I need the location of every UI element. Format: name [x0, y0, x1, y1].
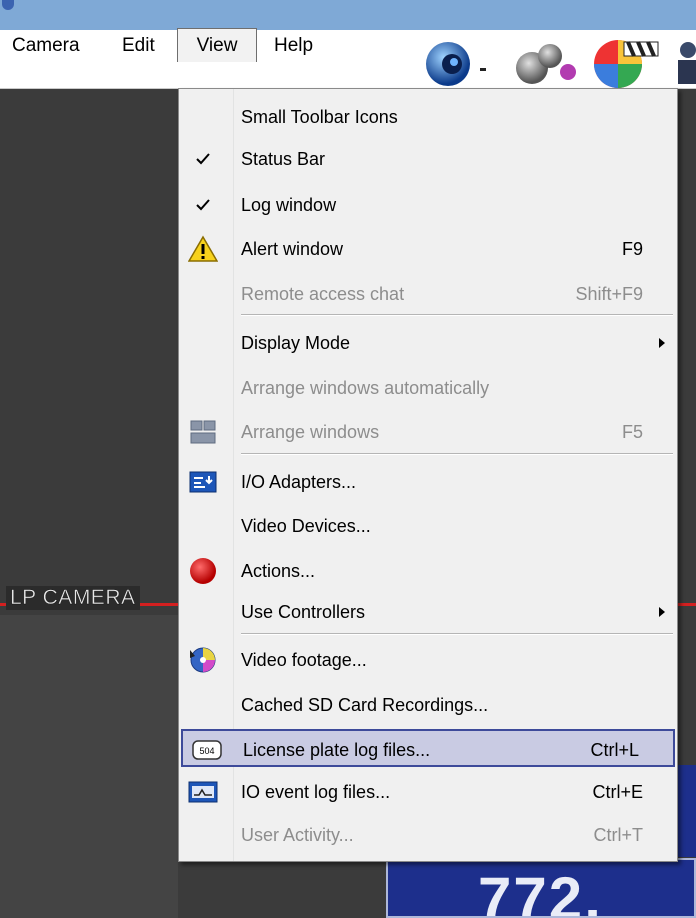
camera-view-bottom — [178, 862, 398, 918]
submenu-arrow-icon — [659, 338, 665, 348]
menu-item-label: Actions... — [241, 561, 316, 581]
menu-item-label: User Activity... — [241, 825, 354, 845]
menu-item-actions[interactable]: Actions... — [179, 552, 677, 590]
menu-item-label: Arrange windows — [241, 422, 380, 442]
menu-item-shortcut: Ctrl+L — [590, 740, 639, 760]
menu-item-label: Video footage... — [241, 650, 367, 670]
menu-item-label: Log window — [241, 195, 337, 215]
clapperboard-icon[interactable] — [584, 34, 664, 88]
menu-item-license-plate-log-files[interactable]: 504 License plate log files... Ctrl+L — [181, 729, 675, 767]
menu-item-user-activity[interactable]: User Activity... Ctrl+T — [179, 816, 677, 854]
camera-view-lower — [0, 615, 178, 918]
menu-item-label: License plate log files... — [243, 740, 431, 760]
menu-edit[interactable]: Edit — [122, 32, 155, 60]
menu-item-shortcut: F9 — [621, 239, 643, 259]
io-log-icon — [188, 777, 218, 807]
red-circle-icon — [188, 556, 218, 586]
view-menu-dropdown: Small Toolbar Icons Status Bar Log windo… — [178, 88, 678, 862]
menu-item-use-controllers[interactable]: Use Controllers — [179, 593, 677, 631]
devices-icon[interactable] — [510, 38, 580, 88]
menu-item-status-bar[interactable]: Status Bar — [179, 140, 677, 178]
submenu-arrow-icon — [659, 607, 665, 617]
menu-item-label: Use Controllers — [241, 602, 366, 622]
plate-panel-edge — [676, 765, 696, 857]
menu-camera[interactable]: Camera — [12, 32, 80, 60]
menu-item-label: I/O Adapters... — [241, 472, 357, 492]
menu-item-label: Arrange windows automatically — [241, 378, 490, 398]
plate-reading: 772, — [478, 865, 603, 918]
camera-title: LP CAMERA — [6, 586, 140, 610]
menu-item-label: Alert window — [241, 239, 344, 259]
menu-item-io-adapters[interactable]: I/O Adapters... — [179, 463, 677, 501]
menu-item-label: IO event log files... — [241, 782, 391, 802]
webcam-icon[interactable] — [420, 40, 490, 88]
menu-item-alert-window[interactable]: Alert window F9 — [179, 230, 677, 268]
menu-separator — [241, 633, 673, 635]
license-plate-icon: 504 — [192, 735, 222, 765]
warning-icon — [188, 234, 218, 264]
menu-item-shortcut: Shift+F9 — [575, 284, 643, 304]
menu-item-label: Status Bar — [241, 149, 326, 169]
menu-item-io-event-log-files[interactable]: IO event log files... Ctrl+E — [179, 773, 677, 811]
menu-item-display-mode[interactable]: Display Mode — [179, 324, 677, 362]
checkmark-icon — [188, 144, 218, 174]
menu-help[interactable]: Help — [274, 32, 313, 60]
menu-item-shortcut: Ctrl+E — [592, 782, 643, 802]
menu-item-shortcut: F5 — [621, 422, 643, 442]
menu-item-label: Video Devices... — [241, 516, 371, 536]
menu-item-log-window[interactable]: Log window — [179, 186, 677, 224]
menu-separator — [241, 314, 673, 316]
menu-item-video-footage[interactable]: Video footage... — [179, 641, 677, 679]
menu-item-label: Small Toolbar Icons — [241, 107, 398, 127]
title-bar — [0, 0, 696, 30]
camera-border-line — [678, 603, 696, 606]
menu-item-video-devices[interactable]: Video Devices... — [179, 507, 677, 545]
menu-item-label: Cached SD Card Recordings... — [241, 695, 489, 715]
menu-item-label: Remote access chat — [241, 284, 405, 304]
menu-item-label: Display Mode — [241, 333, 351, 353]
person-icon[interactable] — [672, 40, 696, 88]
plate-readout-panel: 772, — [386, 858, 696, 918]
menu-separator — [241, 453, 673, 455]
menu-item-arrange-windows[interactable]: Arrange windows F5 — [179, 413, 677, 451]
video-disc-icon — [188, 645, 218, 675]
menu-item-remote-access-chat[interactable]: Remote access chat Shift+F9 — [179, 275, 677, 313]
io-adapter-icon — [188, 467, 218, 497]
menu-item-shortcut: Ctrl+T — [593, 825, 644, 845]
grid-layout-icon — [188, 417, 218, 447]
app-icon — [2, 0, 14, 10]
checkmark-icon — [188, 190, 218, 220]
menu-item-arrange-windows-automatically[interactable]: Arrange windows automatically — [179, 369, 677, 407]
menu-item-small-toolbar-icons[interactable]: Small Toolbar Icons — [179, 98, 677, 136]
menu-item-cached-sd-card-recordings[interactable]: Cached SD Card Recordings... — [179, 686, 677, 724]
svg-text:504: 504 — [199, 746, 214, 756]
menu-view[interactable]: View — [177, 28, 257, 62]
